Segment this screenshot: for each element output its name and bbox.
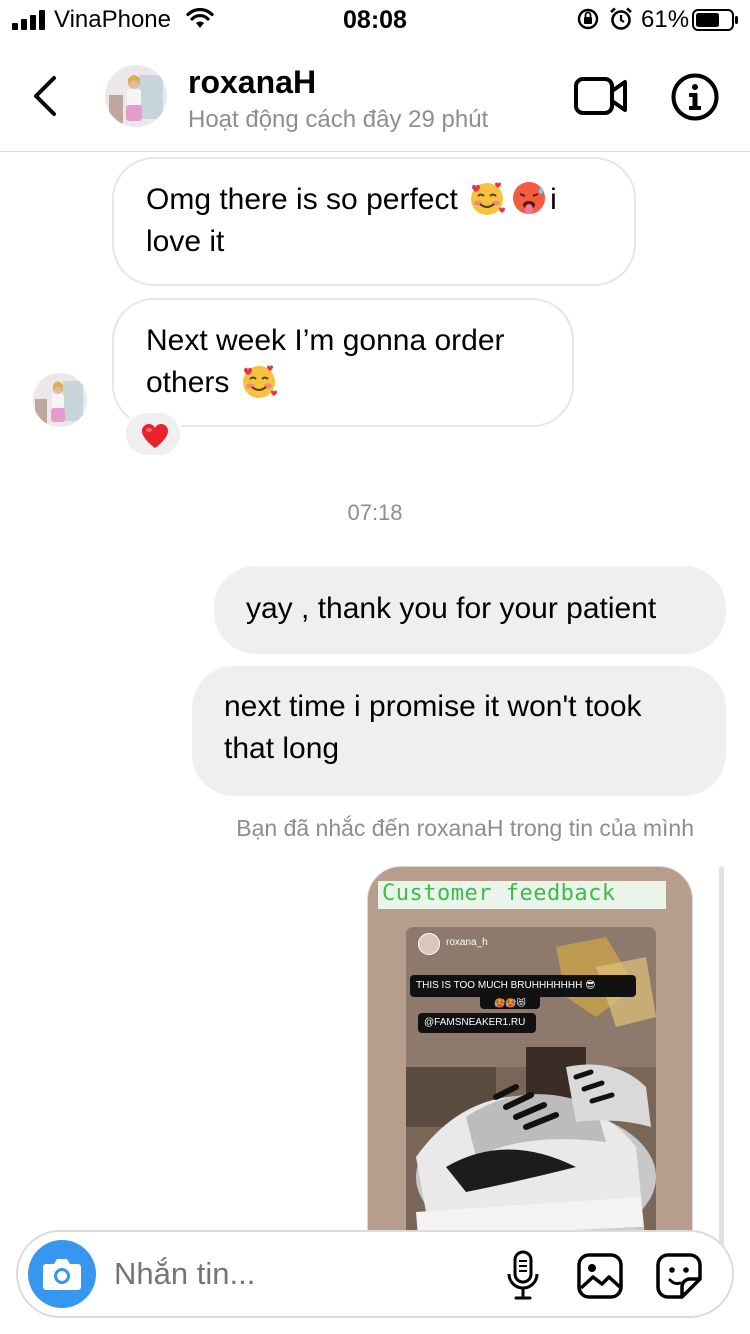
- video-call-icon[interactable]: [574, 75, 628, 117]
- message-input[interactable]: [114, 1252, 474, 1296]
- incoming-message[interactable]: Next week I’m gonna order others: [112, 298, 574, 427]
- shared-story-card[interactable]: Customer feedback roxana_h THIS IS TOO M…: [367, 866, 693, 1266]
- profile-photo: [33, 373, 87, 427]
- hot-face-emoji: [513, 182, 546, 214]
- outgoing-message[interactable]: next time i promise it won't took that l…: [192, 666, 726, 796]
- chat-header: roxanaH Hoạt động cách đây 29 phút: [0, 40, 750, 152]
- status-bar: VinaPhone 08:08 61%: [0, 0, 750, 40]
- gallery-icon[interactable]: [576, 1252, 624, 1300]
- incoming-message[interactable]: Omg there is so perfect i love it: [112, 157, 636, 286]
- smiling-face-with-hearts-emoji: [471, 182, 506, 215]
- avatar[interactable]: [105, 65, 167, 127]
- microphone-icon[interactable]: [505, 1250, 541, 1302]
- orientation-lock-icon: [577, 8, 599, 30]
- message-text: Omg there is so perfect: [146, 183, 467, 216]
- alarm-icon: [610, 7, 632, 30]
- profile-photo: [105, 65, 167, 127]
- sticker-icon[interactable]: [655, 1252, 703, 1300]
- story-tag: Customer feedback: [378, 881, 666, 909]
- story-mention-sticker: @FAMSNEAKER1.RU: [418, 1013, 536, 1033]
- story-text-sticker: THIS IS TOO MUCH BRUHHHHHHH 😎: [410, 975, 636, 997]
- story-author-avatar: [418, 933, 440, 955]
- story-emoji-sticker: 🥵🥵😻: [480, 997, 540, 1009]
- clock: 08:08: [343, 6, 407, 34]
- smiling-face-with-hearts-emoji: [242, 365, 277, 398]
- activity-status: Hoạt động cách đây 29 phút: [188, 106, 489, 133]
- message-text: yay , thank you for your patient: [246, 592, 657, 625]
- battery-icon: [692, 9, 738, 31]
- red-heart-emoji: [142, 424, 168, 448]
- message-timestamp: 07:18: [347, 500, 403, 525]
- back-arrow-icon[interactable]: [28, 74, 64, 118]
- chat-username[interactable]: roxanaH: [188, 64, 316, 101]
- message-text: Next week I’m gonna order others: [146, 324, 505, 399]
- message-composer: [16, 1230, 734, 1318]
- avatar[interactable]: [33, 373, 87, 427]
- camera-button[interactable]: [28, 1240, 96, 1308]
- story-author: roxana_h: [446, 937, 488, 948]
- message-text: next time i promise it won't took that l…: [224, 690, 642, 765]
- scrollbar[interactable]: [719, 866, 724, 1246]
- heart-reaction[interactable]: [123, 410, 183, 458]
- battery-percent: 61%: [641, 6, 690, 33]
- story-photo: roxana_h THIS IS TOO MUCH BRUHHHHHHH 😎 🥵…: [406, 927, 656, 1265]
- info-icon[interactable]: [670, 72, 720, 122]
- camera-icon: [43, 1259, 81, 1290]
- story-mention-note: Bạn đã nhắc đến roxanaH trong tin của mì…: [236, 815, 694, 841]
- outgoing-message[interactable]: yay , thank you for your patient: [214, 566, 726, 654]
